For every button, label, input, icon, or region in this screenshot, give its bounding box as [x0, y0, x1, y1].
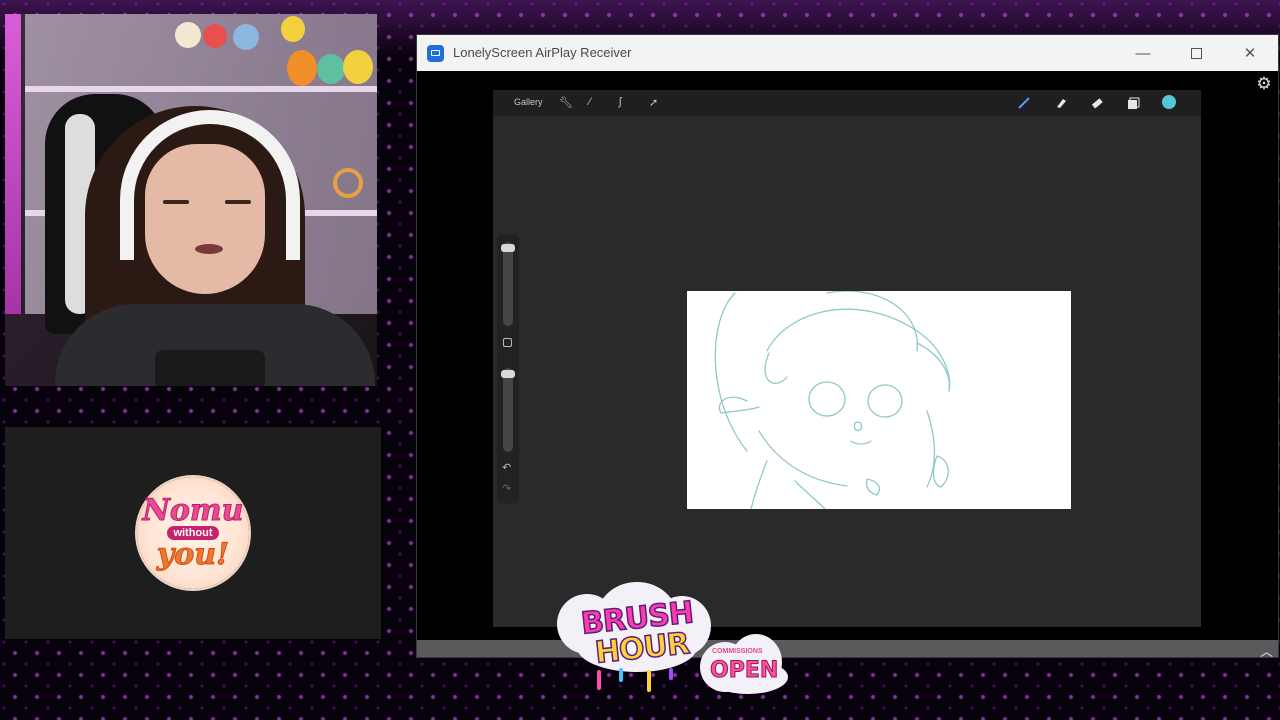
led-strip [5, 14, 21, 314]
paint-drip [647, 670, 651, 692]
paint-drip [669, 668, 673, 680]
webcam-feed [5, 14, 377, 386]
gallery-button[interactable]: Gallery [514, 97, 543, 107]
plush-toy [175, 22, 201, 48]
selection-icon[interactable]: ʃ [619, 96, 621, 108]
paint-drip [597, 670, 601, 690]
window-scrollbar[interactable] [417, 640, 1278, 657]
ring-lamp [333, 168, 363, 198]
layers-icon[interactable] [1125, 95, 1141, 111]
channel-logo: Nomu without you! [137, 477, 249, 589]
wrench-icon[interactable]: 🔧︎ [559, 96, 573, 109]
paint-drip [619, 668, 623, 682]
undo-icon[interactable]: ↶ [502, 461, 511, 474]
airplay-receiver-window[interactable]: LonelyScreen AirPlay Receiver — ✕ ⚙ Gall… [417, 35, 1278, 660]
plush-toy [281, 16, 305, 42]
opacity-slider[interactable] [501, 368, 515, 452]
transform-icon[interactable]: ➚ [649, 96, 658, 109]
window-title: LonelyScreen AirPlay Receiver [453, 45, 632, 60]
microphone [155, 350, 265, 386]
smudge-icon[interactable] [1053, 95, 1069, 111]
minimize-button[interactable]: — [1120, 35, 1166, 71]
plush-toy [203, 24, 227, 48]
plush-toy [287, 50, 317, 86]
mirrored-ipad-screen[interactable]: Gallery 🔧︎ ⁄ ʃ ➚ ↶ ↷ [493, 90, 1201, 627]
maximize-button[interactable] [1173, 35, 1219, 71]
redo-icon[interactable]: ↷ [502, 482, 511, 495]
close-button[interactable]: ✕ [1227, 35, 1273, 71]
procreate-toolbar: Gallery 🔧︎ ⁄ ʃ ➚ [493, 90, 1201, 116]
procreate-sidebar: ↶ ↷ [497, 234, 519, 504]
drawing-canvas[interactable] [687, 291, 1071, 509]
shelf [25, 86, 377, 92]
open-label: OPEN [709, 658, 779, 684]
gear-icon[interactable]: ⚙ [1255, 75, 1273, 93]
modify-button[interactable] [503, 338, 512, 347]
app-icon [427, 45, 444, 62]
commissions-open-badge: COMMISSIONS OPEN [700, 634, 790, 696]
eraser-icon[interactable] [1089, 95, 1105, 111]
maximize-icon [1190, 47, 1202, 59]
commissions-label: COMMISSIONS [712, 648, 763, 655]
plush-toy [343, 50, 373, 84]
chevron-up-icon[interactable]: ︿ [1260, 641, 1273, 660]
logo-text-line3: you! [156, 537, 230, 572]
color-picker-button[interactable] [1162, 95, 1176, 109]
close-icon: ✕ [1243, 45, 1257, 62]
title-bar[interactable]: LonelyScreen AirPlay Receiver — ✕ [417, 35, 1278, 71]
plush-toy [317, 54, 345, 84]
brush-icon[interactable] [1016, 95, 1032, 111]
plush-toy [233, 24, 259, 50]
brush-hour-logo: BRUSH HOUR [557, 582, 713, 692]
slider-handle[interactable] [501, 370, 515, 378]
magic-wand-icon[interactable]: ⁄ [589, 96, 591, 108]
slider-handle[interactable] [501, 244, 515, 252]
character-sketch [714, 291, 951, 509]
brush-size-slider[interactable] [501, 242, 515, 326]
minimize-icon: — [1135, 44, 1151, 62]
logo-text-line1: Nomu [142, 493, 244, 528]
